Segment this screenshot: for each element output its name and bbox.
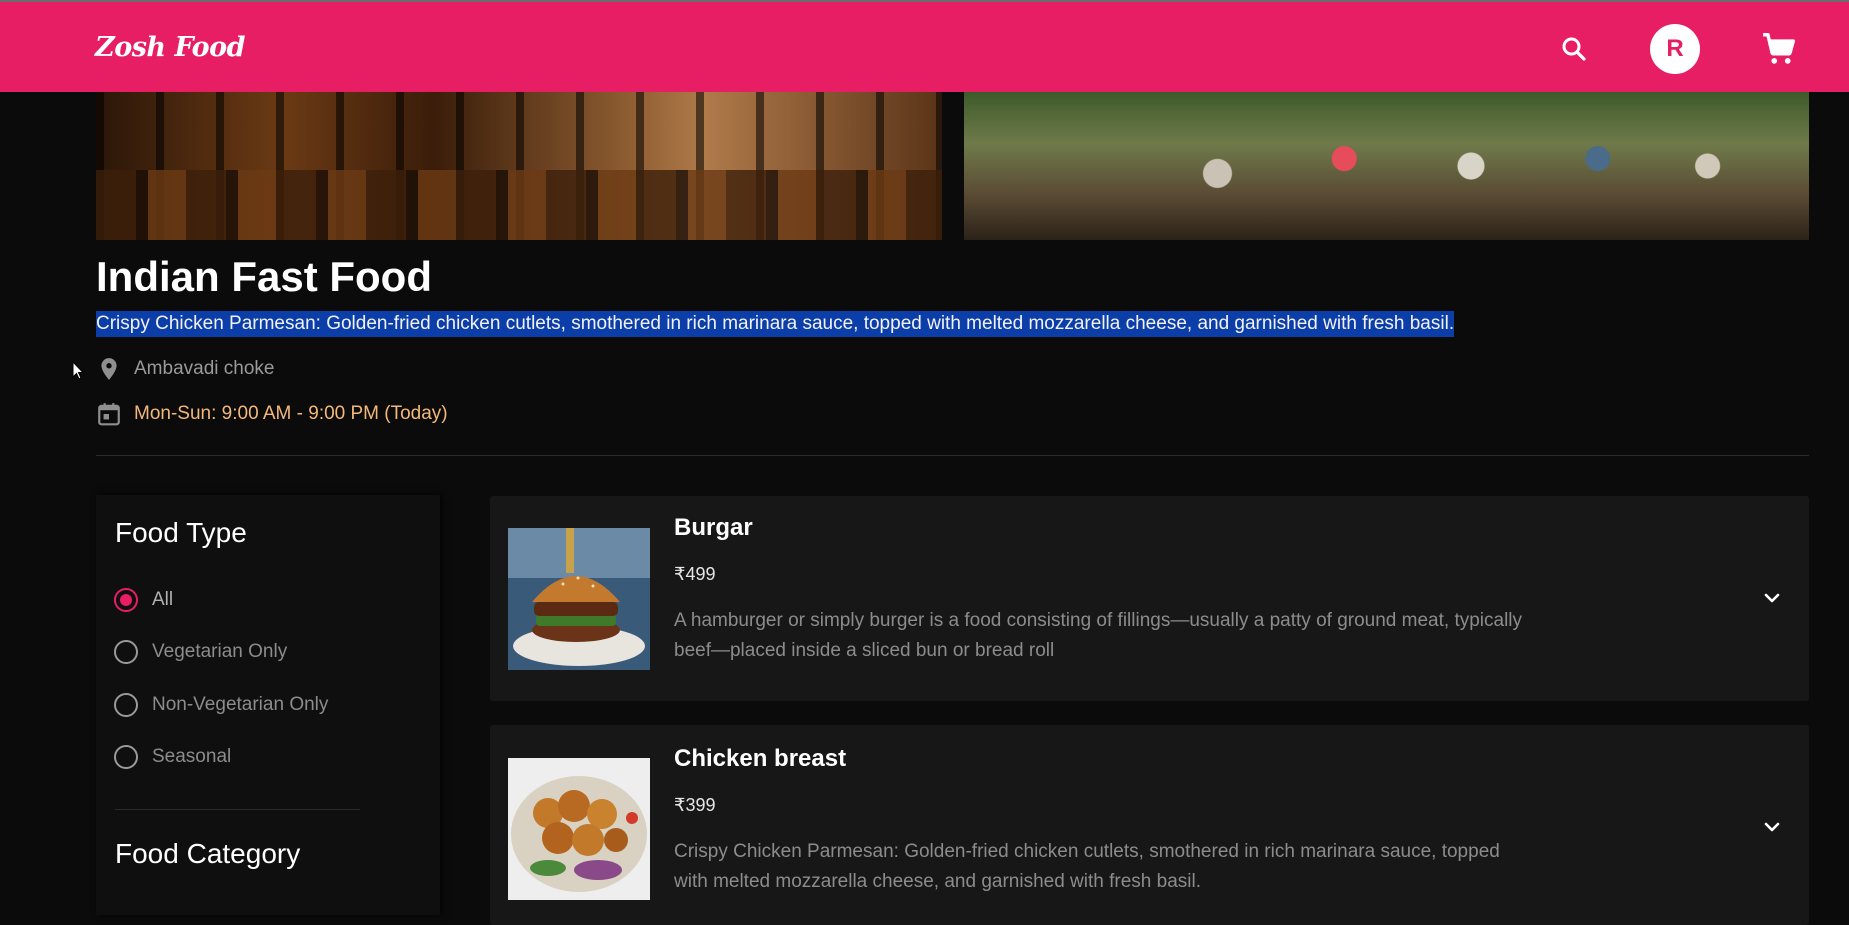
location-pin-icon [101, 358, 117, 380]
radio-seasonal[interactable]: Seasonal [114, 745, 231, 769]
restaurant-location: Ambavadi choke [96, 356, 274, 382]
hours-text: Mon-Sun: 9:00 AM - 9:00 PM (Today) [134, 403, 448, 424]
radio-vegetarian-only[interactable]: Vegetarian Only [114, 640, 287, 664]
location-text: Ambavadi choke [134, 358, 275, 379]
menu-item-name: Chicken breast [674, 745, 847, 772]
menu-item-price: ₹399 [674, 795, 716, 815]
restaurant-hours: Mon-Sun: 9:00 AM - 9:00 PM (Today) [96, 401, 448, 427]
radio-all[interactable]: All [114, 588, 173, 612]
restaurant-description: Crispy Chicken Parmesan: Golden-fried ch… [96, 311, 1455, 337]
radio-non-vegetarian-only[interactable]: Non-Vegetarian Only [114, 693, 328, 717]
food-type-heading: Food Type [115, 517, 247, 548]
section-divider [96, 455, 1809, 456]
radio-unchecked-icon[interactable] [114, 693, 138, 717]
filter-sidebar: Food Type All Vegetarian Only Non-Vegeta… [96, 495, 440, 915]
chicken-breast-image [508, 758, 650, 900]
radio-label: All [152, 589, 174, 610]
radio-label: Seasonal [152, 746, 232, 767]
sidebar-divider [115, 809, 360, 810]
menu-item-card[interactable]: Burgar ₹499 A hamburger or simply burger… [490, 496, 1809, 701]
menu-item-card[interactable]: Chicken breast ₹399 Crispy Chicken Parme… [490, 725, 1809, 925]
restaurant-interior-image [96, 92, 942, 240]
radio-checked-icon[interactable] [114, 588, 138, 612]
menu-item-price: ₹499 [674, 564, 716, 584]
chevron-down-icon[interactable] [1760, 815, 1784, 839]
burger-image [508, 528, 650, 670]
cart-icon[interactable] [1760, 30, 1798, 68]
food-category-heading: Food Category [115, 838, 301, 869]
search-icon[interactable] [1559, 34, 1589, 64]
menu-item-name: Burgar [674, 514, 753, 541]
top-navbar: Zosh Food R [0, 0, 1849, 92]
restaurant-outdoor-image [963, 92, 1809, 240]
radio-unchecked-icon[interactable] [114, 640, 138, 664]
user-avatar[interactable]: R [1650, 24, 1700, 74]
radio-unchecked-icon[interactable] [114, 745, 138, 769]
chevron-down-icon[interactable] [1760, 586, 1784, 610]
radio-label: Non-Vegetarian Only [152, 694, 329, 715]
radio-label: Vegetarian Only [152, 641, 288, 662]
mouse-cursor-icon [72, 361, 85, 380]
menu-item-description: Crispy Chicken Parmesan: Golden-fried ch… [674, 841, 1500, 892]
restaurant-banner [96, 92, 1809, 240]
menu-item-description: A hamburger or simply burger is a food c… [674, 610, 1523, 661]
restaurant-name: Indian Fast Food [96, 253, 432, 300]
calendar-icon [98, 403, 120, 426]
app-logo[interactable]: Zosh Food [95, 32, 246, 63]
